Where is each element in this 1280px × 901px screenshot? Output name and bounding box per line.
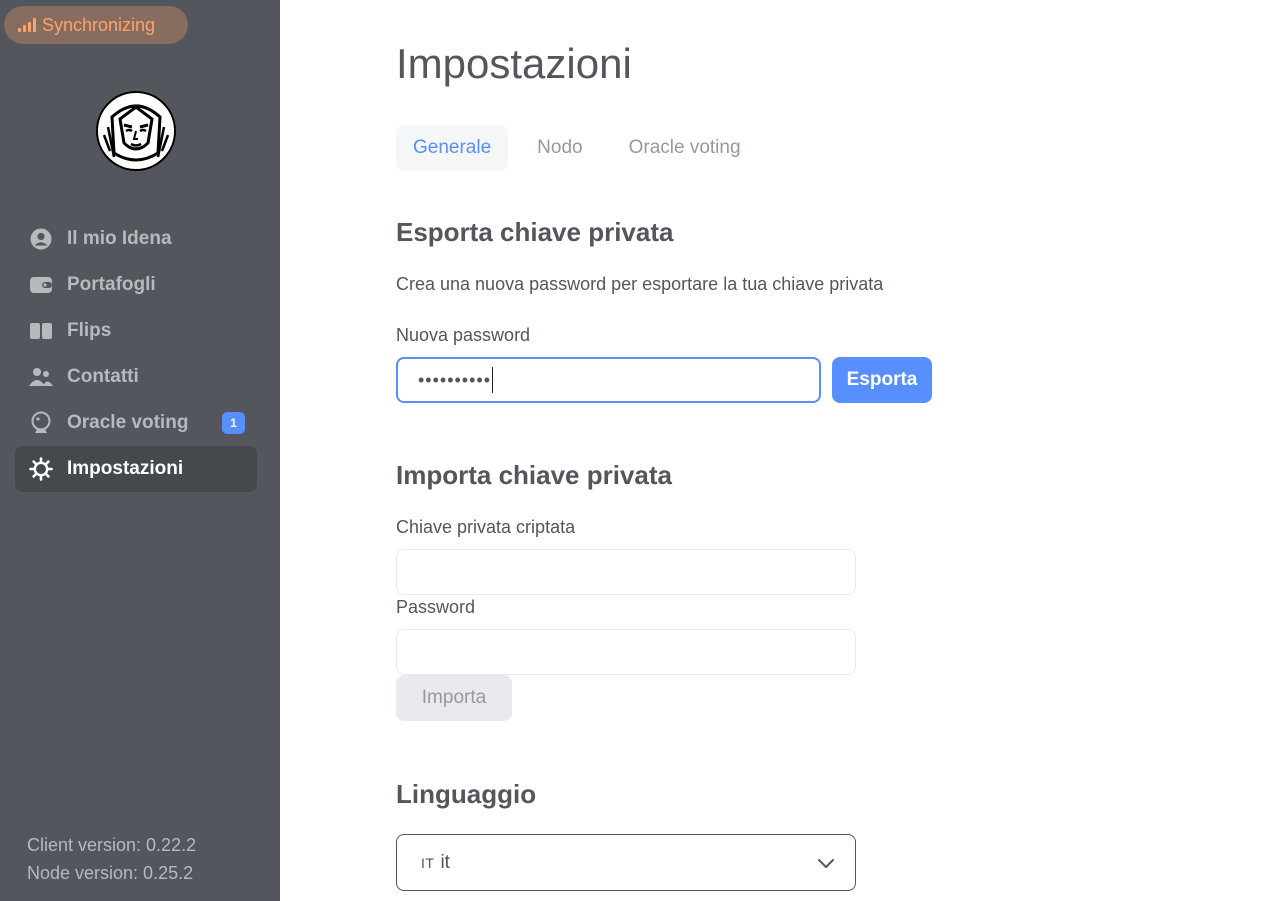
import-password-label: Password [396, 597, 476, 617]
page-title: Impostazioni [396, 40, 632, 87]
flips-icon [29, 319, 53, 343]
sidebar: Synchronizing Il mio Idena Portafogli Fl… [0, 0, 280, 901]
sidebar-item-contacts[interactable]: Contatti [15, 354, 257, 400]
language-selected-value: it [440, 851, 450, 873]
user-circle-icon [29, 227, 53, 251]
sidebar-item-label: Portafogli [67, 274, 156, 295]
sidebar-item-wallets[interactable]: Portafogli [15, 262, 257, 308]
language-flag: IT [421, 854, 435, 871]
new-password-value: •••••••••• [418, 369, 492, 390]
sidebar-item-label: Il mio Idena [67, 228, 172, 249]
sidebar-item-label: Flips [67, 320, 112, 341]
sidebar-nav: Il mio Idena Portafogli Flips Contatti O… [15, 216, 257, 492]
tab-node[interactable]: Nodo [520, 125, 599, 171]
client-version: Client version: 0.22.2 [27, 835, 197, 855]
sidebar-item-label: Oracle voting [67, 412, 189, 433]
sidebar-item-oracle-voting[interactable]: Oracle voting 1 [15, 400, 257, 446]
oracle-icon [29, 411, 53, 435]
chevron-down-icon [817, 854, 835, 878]
export-description: Crea una nuova password per esportare la… [396, 274, 884, 294]
signal-icon [18, 18, 36, 32]
contacts-icon [29, 365, 53, 389]
import-section-title: Importa chiave privata [396, 460, 672, 490]
import-password-input[interactable] [396, 629, 856, 675]
encrypted-key-input[interactable] [396, 549, 856, 595]
export-section-title: Esporta chiave privata [396, 217, 674, 247]
version-info: Client version: 0.22.2 Node version: 0.2… [27, 831, 196, 887]
sidebar-item-my-idena[interactable]: Il mio Idena [15, 216, 257, 262]
sidebar-item-label: Impostazioni [67, 458, 184, 479]
wallet-icon [29, 273, 53, 297]
gear-icon [29, 457, 53, 481]
encrypted-key-label: Chiave privata criptata [396, 517, 576, 537]
settings-tabs: Generale Nodo Oracle voting [396, 125, 770, 171]
sidebar-item-label: Contatti [67, 366, 139, 387]
oracle-voting-count-badge: 1 [222, 412, 245, 434]
sidebar-item-settings[interactable]: Impostazioni [15, 446, 257, 492]
language-section-title: Linguaggio [396, 779, 537, 809]
language-select[interactable]: IT it [396, 834, 856, 891]
tab-general[interactable]: Generale [396, 125, 509, 171]
tab-oracle-voting[interactable]: Oracle voting [612, 125, 758, 171]
sync-status-badge[interactable]: Synchronizing [4, 6, 188, 44]
new-password-label: Nuova password [396, 325, 531, 345]
sidebar-item-flips[interactable]: Flips [15, 308, 257, 354]
new-password-input[interactable]: •••••••••• [396, 357, 821, 403]
idena-logo-icon[interactable] [96, 91, 176, 171]
import-button[interactable]: Importa [396, 675, 512, 721]
node-version: Node version: 0.25.2 [27, 863, 194, 883]
text-caret [492, 367, 494, 393]
export-button[interactable]: Esporta [832, 357, 932, 403]
sync-status-label: Synchronizing [42, 14, 156, 35]
